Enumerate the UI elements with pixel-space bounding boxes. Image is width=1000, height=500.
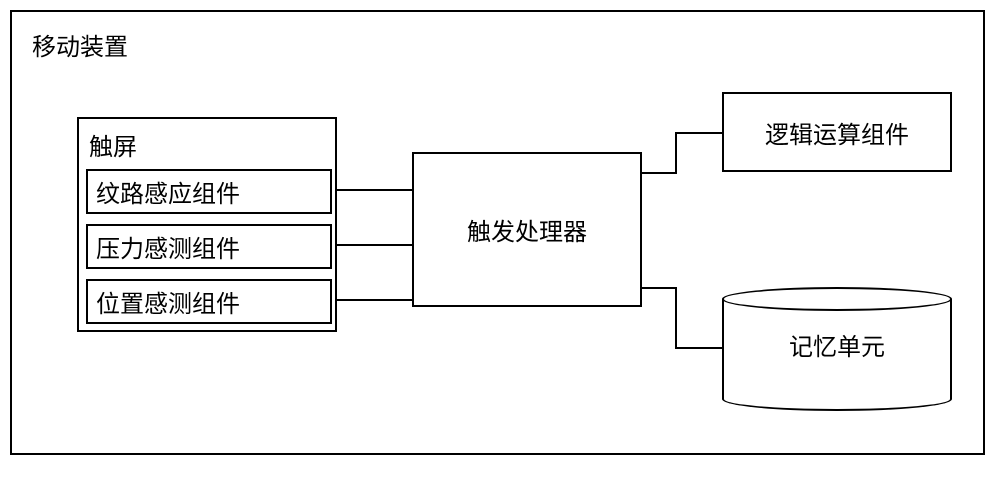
- memory-unit-label: 记忆单元: [722, 327, 952, 362]
- edge-trigger-right-lower: [642, 287, 677, 289]
- pressure-sensor-block: 压力感测组件: [86, 224, 332, 269]
- position-sensor-label: 位置感测组件: [96, 284, 240, 319]
- position-sensor-block: 位置感测组件: [86, 279, 332, 324]
- memory-unit-block: 记忆单元: [722, 287, 952, 412]
- edge-pattern-to-trigger: [337, 189, 412, 191]
- trigger-processor-label: 触发处理器: [467, 212, 587, 247]
- edge-trigger-right-upper: [642, 172, 677, 174]
- edge-position-to-trigger: [337, 299, 412, 301]
- edge-to-memory: [675, 347, 722, 349]
- logic-unit-block: 逻辑运算组件: [722, 92, 952, 172]
- trigger-processor-block: 触发处理器: [412, 152, 642, 307]
- logic-unit-label: 逻辑运算组件: [765, 115, 909, 150]
- touchscreen-block: 触屏 纹路感应组件 压力感测组件 位置感测组件: [77, 117, 337, 332]
- pressure-sensor-label: 压力感测组件: [96, 229, 240, 264]
- mobile-device-container: 移动装置 触屏 纹路感应组件 压力感测组件 位置感测组件 触发处理器 逻辑运算组…: [10, 10, 985, 455]
- pattern-sensor-block: 纹路感应组件: [86, 169, 332, 214]
- edge-trigger-down: [675, 287, 677, 349]
- edge-to-logic: [675, 132, 722, 134]
- edge-pressure-to-trigger: [337, 244, 412, 246]
- container-title: 移动装置: [32, 27, 128, 62]
- edge-trigger-up: [675, 132, 677, 174]
- touchscreen-title: 触屏: [89, 127, 137, 162]
- pattern-sensor-label: 纹路感应组件: [96, 174, 240, 209]
